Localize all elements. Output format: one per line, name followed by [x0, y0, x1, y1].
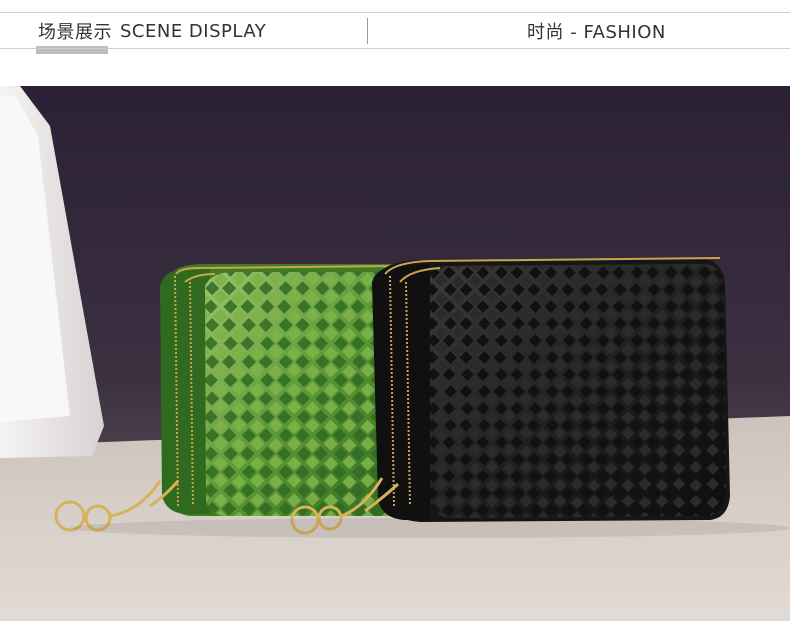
section-subtitle: 时尚 - FASHION [527, 22, 666, 43]
header-divider [367, 18, 368, 44]
section-title-en: SCENE DISPLAY [120, 20, 267, 42]
header-bottom-rule [0, 48, 790, 49]
product-scene-photo [0, 86, 790, 621]
section-title-cn: 场景展示 [38, 22, 112, 43]
section-title: 场景展示 SCENE DISPLAY [38, 18, 266, 44]
section-header: 场景展示 SCENE DISPLAY 时尚 - FASHION [0, 0, 790, 80]
header-top-rule [0, 12, 790, 13]
product-scene-illustration [0, 86, 790, 621]
